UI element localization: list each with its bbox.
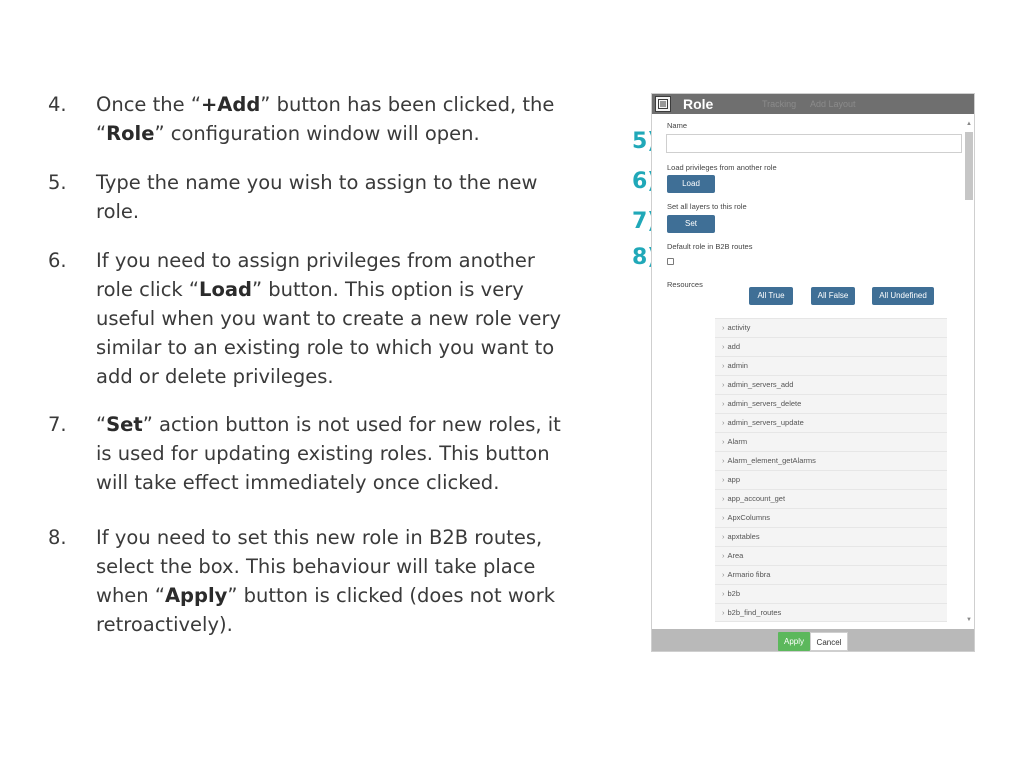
step-text: “Set” action button is not used for new … xyxy=(96,410,574,497)
resource-row[interactable]: › Area xyxy=(715,546,947,565)
chevron-right-icon: › xyxy=(722,342,725,351)
faded-header-text: Tracking xyxy=(762,99,797,109)
resource-label: Alarm xyxy=(727,437,748,446)
resource-label: admin_servers_update xyxy=(727,418,804,427)
resources-label: Resources xyxy=(667,280,703,289)
resource-label: add xyxy=(727,342,741,351)
resource-row[interactable]: › Alarm_element_getAlarms xyxy=(715,451,947,470)
resource-row[interactable]: › apxtables xyxy=(715,527,947,546)
cancel-button[interactable]: Cancel xyxy=(810,632,848,651)
step-text-part: ” action button is not used for new role… xyxy=(96,413,561,494)
load-button[interactable]: Load xyxy=(667,175,715,193)
step-number: 7. xyxy=(48,413,67,436)
resource-label: activity xyxy=(727,323,751,332)
step-text-bold: Apply xyxy=(164,584,228,607)
resource-row[interactable]: › Alarm xyxy=(715,432,947,451)
step-text-part: ” configuration window will open. xyxy=(154,122,480,145)
chevron-right-icon: › xyxy=(722,551,725,560)
apply-button[interactable]: Apply xyxy=(778,632,810,651)
chevron-right-icon: › xyxy=(722,418,725,427)
step-text-part: Once the “ xyxy=(96,93,201,116)
step-number: 6. xyxy=(48,249,67,272)
resource-label: app xyxy=(727,475,741,484)
b2b-label: Default role in B2B routes xyxy=(667,242,753,251)
role-dialog: Role Tracking Add Layout Name Load privi… xyxy=(651,93,975,652)
all-undefined-button[interactable]: All Undefined xyxy=(872,287,934,305)
resources-list: › activity › add › admin › admin_servers_add › ad… xyxy=(715,318,947,622)
chevron-right-icon: › xyxy=(722,608,725,617)
name-label: Name xyxy=(667,121,688,130)
step-number: 5. xyxy=(48,171,67,194)
all-true-button[interactable]: All True xyxy=(749,287,793,305)
scrollbar-thumb[interactable] xyxy=(965,132,973,200)
set-button[interactable]: Set xyxy=(667,215,715,233)
resource-label: Alarm_element_getAlarms xyxy=(727,456,816,465)
faded-header-text: Add Layout xyxy=(810,99,856,109)
resource-label: apxtables xyxy=(727,532,760,541)
resource-row[interactable]: › admin_servers_delete xyxy=(715,394,947,413)
resource-row[interactable]: › activity xyxy=(715,318,947,337)
resource-row[interactable]: › app_account_get xyxy=(715,489,947,508)
step-text-part: Type the name you wish to assign to the … xyxy=(96,171,538,223)
caret-up-icon[interactable]: ▲ xyxy=(966,121,972,127)
b2b-checkbox[interactable] xyxy=(667,258,674,265)
step-text-bold: Role xyxy=(106,122,155,145)
chevron-right-icon: › xyxy=(722,456,725,465)
resource-label: b2b xyxy=(727,589,741,598)
resource-row[interactable]: › ApxColumns xyxy=(715,508,947,527)
resource-label: admin xyxy=(727,361,748,370)
resource-row[interactable]: › admin xyxy=(715,356,947,375)
chevron-right-icon: › xyxy=(722,513,725,522)
resource-label: admin_servers_add xyxy=(727,380,794,389)
resource-row[interactable]: › b2b xyxy=(715,584,947,603)
set-label: Set all layers to this role xyxy=(667,202,747,211)
list-window-icon[interactable] xyxy=(655,96,671,112)
resource-label: admin_servers_delete xyxy=(727,399,802,408)
chevron-right-icon: › xyxy=(722,399,725,408)
dialog-header: Role Tracking Add Layout xyxy=(652,94,974,114)
step-text-bold: Load xyxy=(199,278,252,301)
resource-label: b2b_find_routes xyxy=(727,608,782,617)
step-text: If you need to assign privileges from an… xyxy=(96,246,574,391)
chevron-right-icon: › xyxy=(722,323,725,332)
caret-down-icon[interactable]: ▼ xyxy=(966,617,972,623)
resource-label: app_account_get xyxy=(727,494,786,503)
chevron-right-icon: › xyxy=(722,361,725,370)
resource-row[interactable]: › b2b_find_routes xyxy=(715,603,947,622)
resource-row[interactable]: › admin_servers_add xyxy=(715,375,947,394)
resource-label: ApxColumns xyxy=(727,513,771,522)
step-text: Type the name you wish to assign to the … xyxy=(96,168,574,226)
dialog-footer: Apply Cancel xyxy=(652,629,974,651)
resource-row[interactable]: › app xyxy=(715,470,947,489)
chevron-right-icon: › xyxy=(722,437,725,446)
chevron-right-icon: › xyxy=(722,570,725,579)
dialog-title: Role xyxy=(683,96,714,112)
resource-label: Area xyxy=(727,551,744,560)
step-text: If you need to set this new role in B2B … xyxy=(96,523,574,639)
step-text-part: “ xyxy=(96,413,107,436)
chevron-right-icon: › xyxy=(722,532,725,541)
chevron-right-icon: › xyxy=(722,494,725,503)
load-label: Load privileges from another role xyxy=(667,163,777,172)
all-false-button[interactable]: All False xyxy=(811,287,855,305)
step-text-bold: +Add xyxy=(200,93,261,116)
chevron-right-icon: › xyxy=(722,380,725,389)
step-text: Once the “+Add” button has been clicked,… xyxy=(96,90,574,148)
name-input[interactable] xyxy=(666,134,962,153)
resource-row[interactable]: › admin_servers_update xyxy=(715,413,947,432)
resource-label: Armario fibra xyxy=(727,570,771,579)
step-text-bold: Set xyxy=(106,413,143,436)
chevron-right-icon: › xyxy=(722,475,725,484)
resource-row[interactable]: › Armario fibra xyxy=(715,565,947,584)
chevron-right-icon: › xyxy=(722,589,725,598)
step-number: 4. xyxy=(48,93,67,116)
step-number: 8. xyxy=(48,526,67,549)
resource-row[interactable]: › add xyxy=(715,337,947,356)
